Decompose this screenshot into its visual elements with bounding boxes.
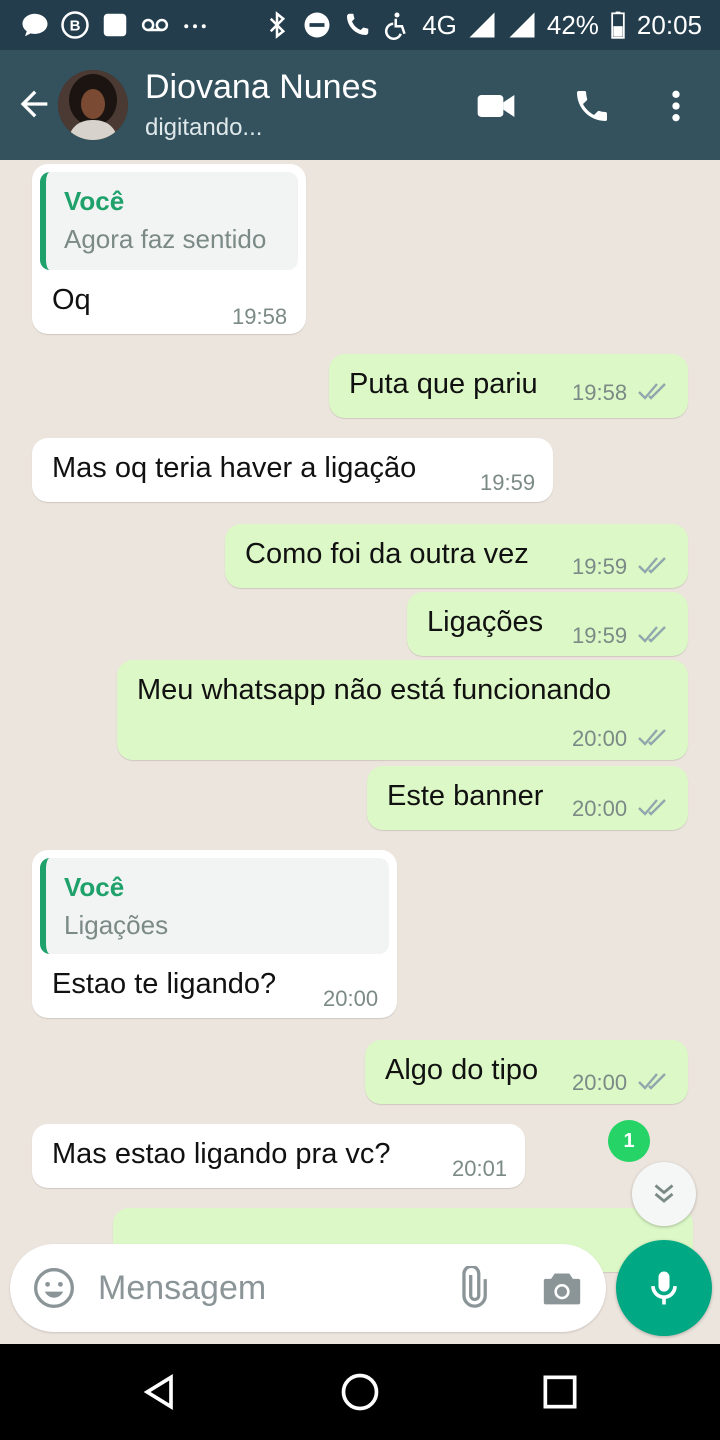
read-receipt-icon: [638, 799, 666, 816]
notification-icons: B: [20, 8, 210, 42]
message-text: Este banner: [387, 780, 544, 812]
chat-header: Diovana Nunes digitando...: [0, 50, 720, 160]
nav-recents-icon[interactable]: [538, 1370, 582, 1414]
camera-icon[interactable]: [540, 1268, 584, 1308]
nav-back-icon[interactable]: [138, 1370, 182, 1414]
volte-call-icon: [342, 10, 372, 40]
nav-home-icon[interactable]: [338, 1370, 382, 1414]
unread-count-badge: 1: [608, 1120, 650, 1162]
message-time: 20:00: [572, 796, 628, 821]
microphone-icon: [651, 1271, 677, 1305]
message-outgoing[interactable]: Ligações 19:59: [407, 592, 688, 656]
message-time: 19:58: [572, 380, 628, 405]
message-time: 19:58: [232, 304, 288, 329]
clock: 20:05: [636, 9, 702, 40]
read-receipt-icon: [638, 383, 666, 400]
avatar[interactable]: [58, 70, 128, 140]
quote-author: Você: [64, 186, 125, 216]
video-call-icon[interactable]: [474, 84, 518, 128]
read-receipt-icon: [638, 729, 666, 746]
back-arrow-icon[interactable]: [14, 84, 54, 124]
message-text: Puta que pariu: [349, 368, 538, 400]
message-input[interactable]: [98, 1264, 428, 1312]
do-not-disturb-icon: [302, 10, 332, 40]
more-options-icon[interactable]: [654, 84, 698, 128]
message-time: 19:59: [572, 623, 628, 648]
message-text: Meu whatsapp não está funcionando: [137, 674, 612, 706]
signal-icon: [467, 10, 497, 40]
system-icons: 4G 42% 20:05: [262, 8, 702, 42]
message-text: Algo do tipo: [385, 1054, 539, 1086]
voice-message-button[interactable]: [616, 1240, 712, 1336]
quoted-message[interactable]: Você Agora faz sentido: [40, 172, 298, 270]
message-composer: [10, 1244, 606, 1332]
emoji-icon[interactable]: [32, 1266, 76, 1310]
attach-icon[interactable]: [450, 1264, 494, 1310]
typing-status: digitando...: [145, 114, 263, 141]
chat-notification-icon: [20, 10, 50, 40]
message-time: 20:00: [572, 1070, 628, 1095]
more-notifications-icon: [180, 10, 210, 40]
message-time: 19:59: [480, 470, 536, 495]
message-time: 19:59: [572, 554, 628, 579]
message-outgoing[interactable]: Puta que pariu 19:58: [329, 354, 688, 418]
app-square-icon: [100, 10, 130, 40]
message-incoming[interactable]: Mas oq teria haver a ligação 19:59: [32, 438, 553, 502]
voicemail-icon: [140, 10, 170, 40]
accessibility-icon: [382, 10, 412, 40]
signal-sim2-icon: [507, 10, 537, 40]
message-incoming[interactable]: Você Agora faz sentido Oq 19:58: [32, 164, 306, 334]
message-time: 20:00: [323, 986, 379, 1011]
quote-author: Você: [64, 872, 125, 902]
message-outgoing[interactable]: Como foi da outra vez 19:59: [225, 524, 688, 588]
bluetooth-icon: [262, 10, 292, 40]
status-bar: B 4G 42% 20:05: [0, 0, 720, 50]
message-text: Oq: [52, 284, 91, 316]
android-nav-bar: [0, 1344, 720, 1440]
chat-area[interactable]: Você Agora faz sentido Oq 19:58 Puta que…: [0, 160, 720, 1344]
voice-call-icon[interactable]: [570, 84, 614, 128]
message-text: Ligações: [427, 606, 544, 638]
contact-name[interactable]: Diovana Nunes: [145, 68, 377, 107]
business-icon: B: [60, 10, 90, 40]
message-text: Como foi da outra vez: [245, 538, 529, 570]
battery-icon: [609, 10, 627, 40]
message-text: Estao te ligando?: [52, 968, 277, 1000]
quote-text: Agora faz sentido: [64, 224, 267, 254]
battery-percent: 42%: [546, 9, 599, 40]
message-time: 20:01: [452, 1156, 508, 1181]
message-text: Mas oq teria haver a ligação: [52, 452, 417, 484]
message-outgoing[interactable]: Este banner 20:00: [367, 766, 688, 830]
quoted-message[interactable]: Você Ligações: [40, 858, 389, 954]
message-incoming[interactable]: Você Ligações Estao te ligando? 20:00: [32, 850, 397, 1018]
message-outgoing[interactable]: Algo do tipo 20:00: [365, 1040, 688, 1104]
message-incoming[interactable]: Mas estao ligando pra vc? 20:01: [32, 1124, 525, 1188]
network-type: 4G: [422, 9, 457, 40]
double-chevron-down-icon: [654, 1184, 674, 1203]
scroll-down-button[interactable]: [632, 1162, 696, 1226]
quote-text: Ligações: [64, 910, 169, 940]
svg-text:B: B: [70, 18, 81, 35]
read-receipt-icon: [638, 557, 666, 574]
message-text: Mas estao ligando pra vc?: [52, 1138, 391, 1170]
read-receipt-icon: [638, 1073, 666, 1090]
read-receipt-icon: [638, 626, 666, 643]
message-time: 20:00: [572, 726, 628, 751]
message-outgoing[interactable]: Meu whatsapp não está funcionando 20:00: [117, 660, 688, 760]
